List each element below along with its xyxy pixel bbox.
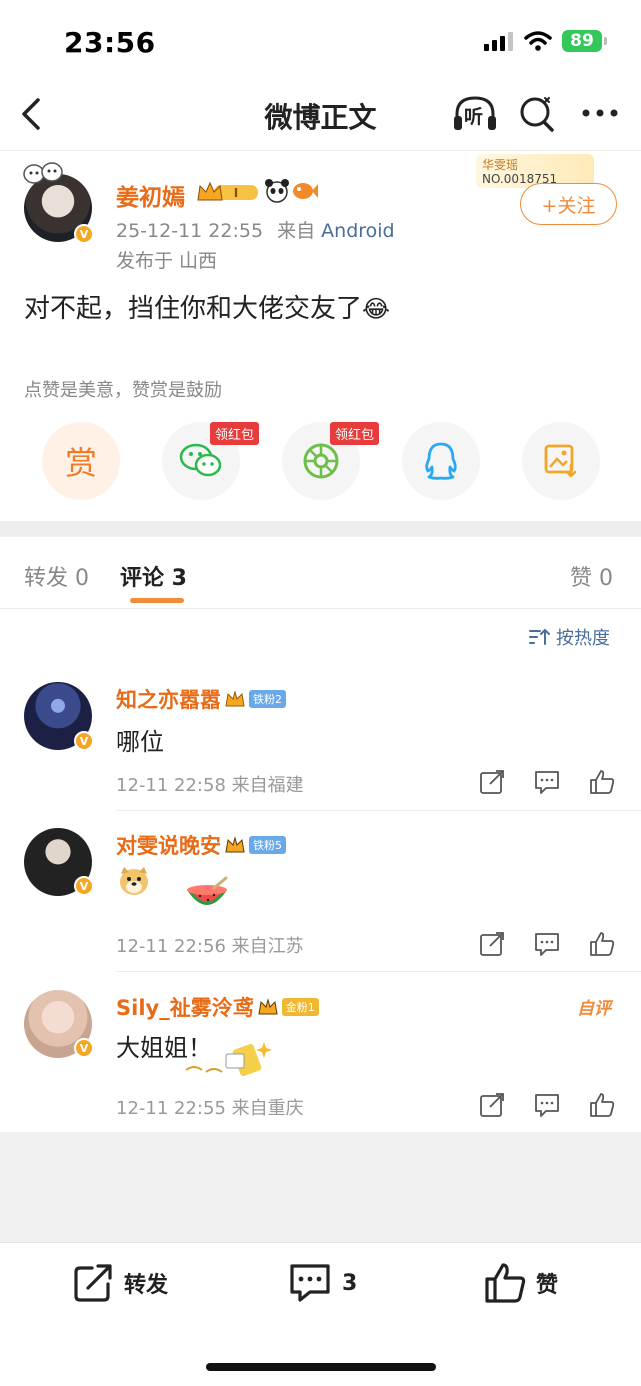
sticker-icon: [185, 1042, 272, 1077]
comment-reply-icon[interactable]: [534, 769, 560, 795]
comment-share-icon[interactable]: [479, 769, 505, 795]
status-icons: 89: [484, 30, 607, 52]
author-name[interactable]: 姜初嫣: [116, 178, 185, 212]
tabs-divider: [0, 608, 641, 609]
comment-divider: [116, 971, 641, 972]
fan-level-badge: 铁粉5: [249, 836, 286, 854]
comment-reply-icon[interactable]: [534, 1092, 560, 1118]
fan-card-title: 华雯瑶: [482, 158, 519, 172]
wechat-icon: [179, 443, 222, 477]
fan-level-badge: 金粉1: [281, 998, 319, 1016]
sort-icon: [529, 628, 550, 645]
comment-meta: 12-11 22:58 来自福建: [116, 775, 304, 796]
commenter-name[interactable]: 对雯说晚安: [116, 830, 221, 860]
svg-text:I: I: [234, 186, 238, 200]
qq-icon: [425, 442, 457, 480]
verified-badge-icon: V: [74, 1038, 94, 1058]
empty-area: [0, 1132, 641, 1242]
comment-header: 知之亦嚣嚣 铁粉2: [116, 684, 286, 714]
tab-comments[interactable]: 评论 3: [120, 560, 187, 592]
battery-icon: 89: [562, 30, 607, 52]
save-image-icon: [544, 444, 577, 478]
home-indicator: [206, 1363, 436, 1371]
comment-count: 3: [342, 1270, 358, 1296]
section-divider: [0, 521, 641, 537]
thumbs-up-icon: [485, 1263, 526, 1303]
comment-like-icon[interactable]: [589, 769, 615, 795]
verified-badge-icon: V: [74, 224, 94, 244]
post-meta: 25-12-11 22:55 来自 Android: [116, 216, 395, 243]
avatar-frame-icon: [23, 162, 63, 184]
comment-header: 对雯说晚安 铁粉5: [116, 830, 286, 860]
comment-button[interactable]: 3: [288, 1262, 357, 1304]
save-image-button[interactable]: [522, 422, 600, 500]
comment-header: Sily_祉雾泠鸢 金粉1: [116, 992, 319, 1022]
post-text: 对不起，挡住你和大佬交友了😂: [24, 288, 390, 325]
battery-level: 89: [562, 30, 602, 52]
comment-share-icon[interactable]: [479, 931, 505, 957]
panda-icon: [265, 179, 289, 203]
reward-label: 赏: [64, 444, 97, 482]
post-location: 发布于 山西: [116, 250, 218, 272]
repost-label: 转发: [124, 1273, 169, 1298]
crown-icon: [225, 690, 245, 707]
tab-likes[interactable]: 赞 0: [570, 560, 613, 592]
post-source[interactable]: Android: [321, 220, 394, 242]
repost-icon: [74, 1264, 112, 1302]
self-comment-tag: 自评: [577, 999, 611, 1019]
like-button[interactable]: 赞: [484, 1262, 558, 1304]
comment-meta: 12-11 22:55 来自重庆: [116, 1098, 304, 1119]
comment-meta: 12-11 22:56 来自江苏: [116, 936, 304, 957]
reward-button[interactable]: 赏: [42, 422, 120, 500]
verified-badge-icon: V: [74, 731, 94, 751]
fish-icon: [293, 183, 318, 199]
laughing-emoji-icon: 😂: [362, 295, 391, 323]
post-date: 25-12-11 22:55: [116, 220, 264, 242]
tab-repost[interactable]: 转发 0: [24, 560, 89, 592]
comment-share-icon[interactable]: [479, 1092, 505, 1118]
nav-divider: [0, 150, 641, 151]
comment-icon: [290, 1264, 330, 1302]
cellular-signal-icon: [484, 32, 513, 51]
comment-text: 哪位: [116, 728, 164, 756]
red-packet-tag: 领红包: [210, 422, 260, 445]
comment-reply-icon[interactable]: [534, 931, 560, 957]
listen-button[interactable]: 听: [452, 94, 498, 138]
moments-icon: [303, 443, 339, 479]
post-from: 来自: [277, 220, 316, 242]
repost-button[interactable]: 转发: [72, 1262, 168, 1304]
share-qq-button[interactable]: [402, 422, 480, 500]
crown-icon: [258, 998, 278, 1015]
comment-divider: [116, 810, 641, 811]
follow-button[interactable]: +关注: [520, 183, 617, 225]
more-icon[interactable]: [580, 94, 620, 134]
commenter-name[interactable]: Sily_祉雾泠鸢: [116, 992, 254, 1022]
fan-level-badge: 铁粉2: [249, 690, 286, 708]
comment-like-icon[interactable]: [589, 1092, 615, 1118]
tab-underline: [130, 598, 184, 603]
like-label: 赞: [536, 1273, 559, 1298]
vip-crown-badge-icon: I: [197, 181, 258, 201]
comment-like-icon[interactable]: [589, 931, 615, 957]
status-time: 23:56: [64, 26, 156, 59]
sort-label: 按热度: [556, 628, 610, 649]
crown-icon: [225, 836, 245, 853]
watermelon-sticker-icon: [187, 876, 228, 905]
listen-label: 听: [464, 106, 484, 128]
doge-emoji-icon: [120, 867, 148, 895]
post-body: 对不起，挡住你和大佬交友了: [24, 294, 363, 324]
wifi-icon: [524, 31, 552, 51]
reward-tip: 点赞是美意，赞赏是鼓励: [24, 380, 222, 401]
sort-button[interactable]: 按热度: [528, 624, 610, 650]
verified-badge-icon: V: [74, 876, 94, 896]
commenter-name[interactable]: 知之亦嚣嚣: [116, 684, 221, 714]
search-icon[interactable]: [518, 94, 558, 134]
red-packet-tag: 领红包: [330, 422, 380, 445]
